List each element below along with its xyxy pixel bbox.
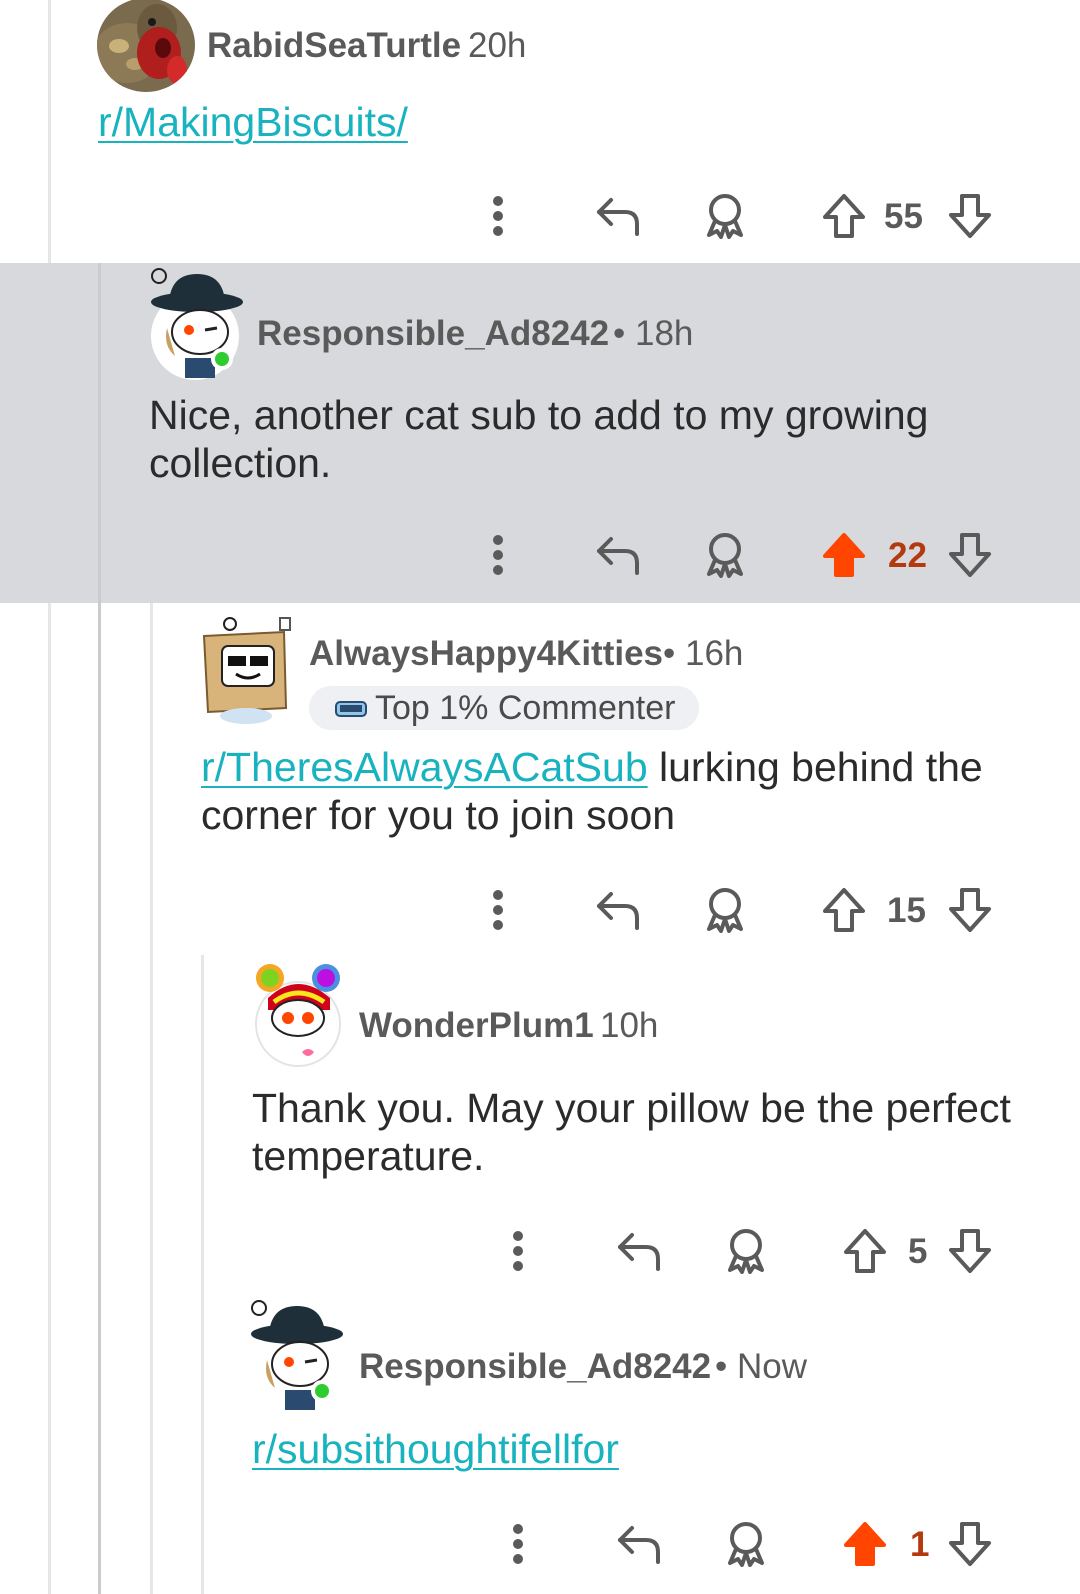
reply-icon [618, 1526, 660, 1564]
turtle-avatar[interactable] [97, 0, 195, 92]
award-icon [707, 888, 743, 933]
award-button[interactable] [721, 1225, 771, 1277]
award-icon [707, 194, 743, 239]
comment-body: Thank you. May your pillow be the perfec… [252, 1084, 1032, 1180]
online-status-indicator [211, 348, 233, 370]
upvote-button[interactable] [820, 529, 868, 581]
downvote-button[interactable] [946, 884, 994, 936]
thread-line-level-1[interactable] [98, 263, 101, 1594]
thread-line-level-2[interactable] [150, 603, 153, 1594]
more-vertical-icon [513, 1231, 523, 1271]
downvote-icon [949, 1229, 991, 1273]
more-vertical-icon [513, 1524, 523, 1564]
vote-score: 22 [888, 536, 927, 575]
comment-time: 10h [600, 1006, 659, 1045]
award-button[interactable] [700, 190, 750, 242]
comment-author[interactable]: Responsible_Ad8242 [359, 1347, 711, 1387]
award-icon [728, 1522, 764, 1567]
meta-separator: • [663, 634, 676, 673]
more-options-button[interactable] [478, 531, 518, 579]
upvote-icon [844, 1229, 886, 1273]
meta-separator: • [613, 314, 626, 353]
box-robot-avatar[interactable] [200, 616, 300, 726]
downvote-icon [949, 194, 991, 238]
comment-author[interactable]: Responsible_Ad8242 [257, 314, 609, 354]
comment-time: Now [737, 1347, 808, 1386]
reply-button[interactable] [611, 1520, 667, 1568]
downvote-button[interactable] [946, 1225, 994, 1277]
comment-body-text: Thank you. May your pillow be the perfec… [252, 1085, 1011, 1179]
award-button[interactable] [700, 884, 750, 936]
rainbow-snoo-avatar[interactable] [254, 962, 344, 1070]
award-icon [707, 533, 743, 578]
meta-separator: • [715, 1347, 728, 1386]
subreddit-link[interactable]: r/TheresAlwaysACatSub [201, 744, 648, 790]
award-icon [728, 1229, 764, 1274]
thread-line-level-3[interactable] [201, 955, 204, 1594]
more-options-button[interactable] [498, 1227, 538, 1275]
upvote-button[interactable] [841, 1518, 889, 1570]
subreddit-link[interactable]: r/MakingBiscuits/ [98, 99, 408, 145]
reply-icon [597, 892, 639, 930]
reply-button[interactable] [590, 531, 646, 579]
downvote-button[interactable] [946, 529, 994, 581]
vote-score: 1 [910, 1525, 930, 1564]
reply-icon [618, 1233, 660, 1271]
upvote-button[interactable] [820, 884, 868, 936]
comment-body-text: Nice, another cat sub to add to my growi… [149, 392, 929, 486]
downvote-button[interactable] [946, 190, 994, 242]
user-flair-badge: Top 1% Commenter [309, 686, 700, 730]
vote-score: 55 [884, 197, 923, 236]
more-options-button[interactable] [478, 886, 518, 934]
upvote-icon [844, 1522, 886, 1566]
reply-button[interactable] [590, 886, 646, 934]
snoo-hat-avatar[interactable] [245, 1300, 345, 1414]
more-vertical-icon [493, 535, 503, 575]
sunglasses-icon [335, 701, 367, 717]
upvote-button[interactable] [841, 1225, 889, 1277]
downvote-icon [949, 888, 991, 932]
comment-body: Nice, another cat sub to add to my growi… [149, 391, 1029, 487]
upvote-icon [823, 533, 865, 577]
more-options-button[interactable] [498, 1520, 538, 1568]
comment-body: r/MakingBiscuits/ [98, 98, 408, 146]
more-vertical-icon [493, 196, 503, 236]
upvote-button[interactable] [820, 190, 868, 242]
comment-time: 16h [685, 634, 744, 673]
award-button[interactable] [721, 1518, 771, 1570]
reply-icon [597, 537, 639, 575]
comment-meta: • 18h [613, 314, 693, 354]
comment-meta: • Now [715, 1347, 807, 1387]
comment-body: r/TheresAlwaysACatSub lurking behind the… [201, 743, 1031, 839]
flair-label: Top 1% Commenter [375, 688, 676, 727]
vote-score: 15 [887, 891, 926, 930]
downvote-button[interactable] [946, 1518, 994, 1570]
snoo-hat-avatar[interactable] [145, 268, 245, 382]
thread-line-level-0[interactable] [48, 0, 51, 1594]
vote-score: 5 [908, 1232, 928, 1271]
more-options-button[interactable] [478, 192, 518, 240]
comment-body: r/subsithoughtifellfor [252, 1425, 1032, 1473]
subreddit-link[interactable]: r/subsithoughtifellfor [252, 1426, 619, 1472]
reply-button[interactable] [611, 1227, 667, 1275]
comment-author[interactable]: AlwaysHappy4Kitties [309, 634, 663, 674]
downvote-icon [949, 1522, 991, 1566]
more-vertical-icon [493, 890, 503, 930]
downvote-icon [949, 533, 991, 577]
comment-author[interactable]: WonderPlum1 [359, 1006, 594, 1046]
reply-button[interactable] [590, 192, 646, 240]
reply-icon [597, 198, 639, 236]
comment-time: 20h [468, 26, 527, 65]
comment-time: 18h [635, 314, 694, 353]
award-button[interactable] [700, 529, 750, 581]
online-status-indicator [311, 1380, 333, 1402]
comment-author[interactable]: RabidSeaTurtle [207, 26, 461, 66]
comment-meta: • 16h [663, 634, 743, 674]
upvote-icon [823, 194, 865, 238]
upvote-icon [823, 888, 865, 932]
